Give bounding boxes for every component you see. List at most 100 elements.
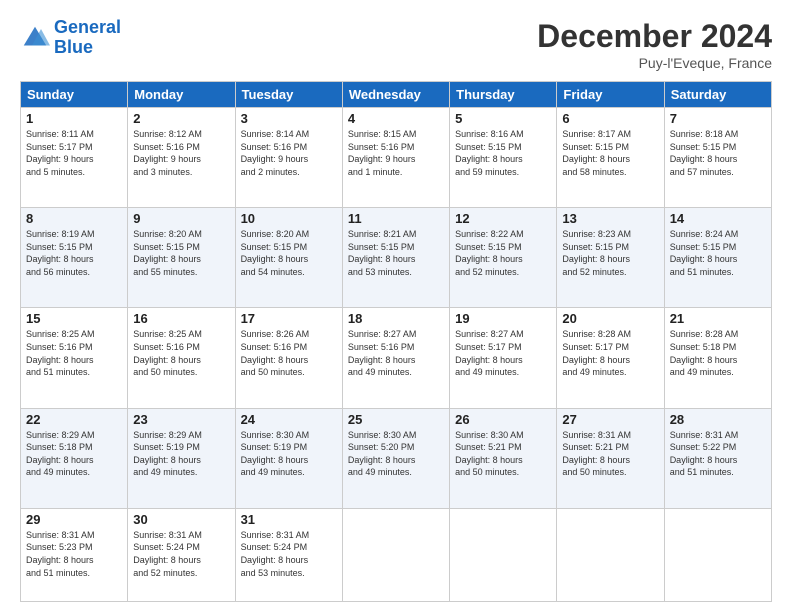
calendar-cell: 7Sunrise: 8:18 AM Sunset: 5:15 PM Daylig…	[664, 108, 771, 208]
calendar-cell: 10 Sunrise: 8:20 AM Sunset: 5:15 PM Dayli…	[235, 208, 342, 308]
header-saturday: Saturday	[664, 82, 771, 108]
day-info: Sunrise: 8:14 AM Sunset: 5:16 PM Dayligh…	[241, 128, 337, 178]
logo: General Blue	[20, 18, 121, 58]
day-number: 12	[455, 211, 551, 226]
day-info: Sunrise: 8:28 AM Sunset: 5:18 PM Dayligh…	[670, 328, 766, 378]
day-info: Sunrise: 8:26 AM Sunset: 5:16 PM Dayligh…	[241, 328, 337, 378]
day-number: 17	[241, 311, 337, 326]
day-info: Sunrise: 8:23 AM Sunset: 5:15 PM Dayligh…	[562, 228, 658, 278]
header-monday: Monday	[128, 82, 235, 108]
day-info: Sunrise: 8:21 AM Sunset: 5:15 PM Dayligh…	[348, 228, 444, 278]
day-number: 14	[670, 211, 766, 226]
header-thursday: Thursday	[450, 82, 557, 108]
calendar-cell	[557, 508, 664, 601]
day-info: Sunrise: 8:22 AM Sunset: 5:15 PM Dayligh…	[455, 228, 551, 278]
month-title: December 2024	[537, 18, 772, 55]
day-number: 16	[133, 311, 229, 326]
day-number: 28	[670, 412, 766, 427]
day-info: Sunrise: 8:20 AM Sunset: 5:15 PM Dayligh…	[241, 228, 337, 278]
calendar-cell: 3 Sunrise: 8:14 AM Sunset: 5:16 PM Daylig…	[235, 108, 342, 208]
calendar-cell: 28 Sunrise: 8:31 AM Sunset: 5:22 PM Dayli…	[664, 408, 771, 508]
calendar-cell: 12 Sunrise: 8:22 AM Sunset: 5:15 PM Dayli…	[450, 208, 557, 308]
calendar-cell: 8 Sunrise: 8:19 AM Sunset: 5:15 PM Daylig…	[21, 208, 128, 308]
day-number: 31	[241, 512, 337, 527]
day-number: 5	[455, 111, 551, 126]
header: General Blue December 2024 Puy-l'Eveque,…	[20, 18, 772, 71]
day-number: 7	[670, 111, 766, 126]
day-info: Sunrise: 8:17 AM Sunset: 5:15 PM Dayligh…	[562, 128, 658, 178]
calendar-cell: 9 Sunrise: 8:20 AM Sunset: 5:15 PM Daylig…	[128, 208, 235, 308]
calendar-cell: 31Sunrise: 8:31 AM Sunset: 5:24 PM Dayli…	[235, 508, 342, 601]
calendar-cell: 30Sunrise: 8:31 AM Sunset: 5:24 PM Dayli…	[128, 508, 235, 601]
day-number: 20	[562, 311, 658, 326]
page: General Blue December 2024 Puy-l'Eveque,…	[0, 0, 792, 612]
calendar-cell: 24 Sunrise: 8:30 AM Sunset: 5:19 PM Dayli…	[235, 408, 342, 508]
calendar-cell: 29 Sunrise: 8:31 AM Sunset: 5:23 PM Dayli…	[21, 508, 128, 601]
day-number: 22	[26, 412, 122, 427]
day-info: Sunrise: 8:28 AM Sunset: 5:17 PM Dayligh…	[562, 328, 658, 378]
day-number: 8	[26, 211, 122, 226]
day-number: 9	[133, 211, 229, 226]
header-tuesday: Tuesday	[235, 82, 342, 108]
day-number: 27	[562, 412, 658, 427]
calendar-cell: 1Sunrise: 8:11 AM Sunset: 5:17 PM Daylig…	[21, 108, 128, 208]
calendar-cell: 20 Sunrise: 8:28 AM Sunset: 5:17 PM Dayli…	[557, 308, 664, 408]
day-info: Sunrise: 8:27 AM Sunset: 5:16 PM Dayligh…	[348, 328, 444, 378]
location: Puy-l'Eveque, France	[537, 55, 772, 71]
calendar-cell: 26 Sunrise: 8:30 AM Sunset: 5:21 PM Dayli…	[450, 408, 557, 508]
day-number: 15	[26, 311, 122, 326]
calendar-week-3: 15 Sunrise: 8:25 AM Sunset: 5:16 PM Dayli…	[21, 308, 772, 408]
calendar-cell	[664, 508, 771, 601]
day-info: Sunrise: 8:27 AM Sunset: 5:17 PM Dayligh…	[455, 328, 551, 378]
calendar-cell: 13 Sunrise: 8:23 AM Sunset: 5:15 PM Dayli…	[557, 208, 664, 308]
calendar-cell: 14 Sunrise: 8:24 AM Sunset: 5:15 PM Dayli…	[664, 208, 771, 308]
day-number: 24	[241, 412, 337, 427]
calendar-cell: 4 Sunrise: 8:15 AM Sunset: 5:16 PM Daylig…	[342, 108, 449, 208]
calendar-cell: 18 Sunrise: 8:27 AM Sunset: 5:16 PM Dayli…	[342, 308, 449, 408]
day-info: Sunrise: 8:12 AM Sunset: 5:16 PM Dayligh…	[133, 128, 229, 178]
calendar-cell: 2 Sunrise: 8:12 AM Sunset: 5:16 PM Daylig…	[128, 108, 235, 208]
day-info: Sunrise: 8:24 AM Sunset: 5:15 PM Dayligh…	[670, 228, 766, 278]
calendar-cell: 15 Sunrise: 8:25 AM Sunset: 5:16 PM Dayli…	[21, 308, 128, 408]
calendar-cell: 17 Sunrise: 8:26 AM Sunset: 5:16 PM Dayli…	[235, 308, 342, 408]
day-number: 3	[241, 111, 337, 126]
header-sunday: Sunday	[21, 82, 128, 108]
day-number: 25	[348, 412, 444, 427]
day-number: 13	[562, 211, 658, 226]
calendar-cell: 11 Sunrise: 8:21 AM Sunset: 5:15 PM Dayli…	[342, 208, 449, 308]
day-number: 10	[241, 211, 337, 226]
calendar-cell: 27Sunrise: 8:31 AM Sunset: 5:21 PM Dayli…	[557, 408, 664, 508]
calendar-cell: 25 Sunrise: 8:30 AM Sunset: 5:20 PM Dayli…	[342, 408, 449, 508]
calendar-table: SundayMondayTuesdayWednesdayThursdayFrid…	[20, 81, 772, 602]
day-number: 29	[26, 512, 122, 527]
header-wednesday: Wednesday	[342, 82, 449, 108]
logo-blue: Blue	[54, 37, 93, 57]
day-number: 4	[348, 111, 444, 126]
day-number: 11	[348, 211, 444, 226]
logo-text: General Blue	[54, 18, 121, 58]
day-info: Sunrise: 8:30 AM Sunset: 5:20 PM Dayligh…	[348, 429, 444, 479]
day-info: Sunrise: 8:29 AM Sunset: 5:18 PM Dayligh…	[26, 429, 122, 479]
calendar-cell: 5Sunrise: 8:16 AM Sunset: 5:15 PM Daylig…	[450, 108, 557, 208]
day-info: Sunrise: 8:20 AM Sunset: 5:15 PM Dayligh…	[133, 228, 229, 278]
day-number: 6	[562, 111, 658, 126]
header-friday: Friday	[557, 82, 664, 108]
calendar-cell: 21Sunrise: 8:28 AM Sunset: 5:18 PM Dayli…	[664, 308, 771, 408]
day-info: Sunrise: 8:31 AM Sunset: 5:24 PM Dayligh…	[133, 529, 229, 579]
title-block: December 2024 Puy-l'Eveque, France	[537, 18, 772, 71]
day-info: Sunrise: 8:25 AM Sunset: 5:16 PM Dayligh…	[26, 328, 122, 378]
calendar-cell	[342, 508, 449, 601]
day-info: Sunrise: 8:19 AM Sunset: 5:15 PM Dayligh…	[26, 228, 122, 278]
calendar-cell	[450, 508, 557, 601]
day-info: Sunrise: 8:15 AM Sunset: 5:16 PM Dayligh…	[348, 128, 444, 178]
day-info: Sunrise: 8:25 AM Sunset: 5:16 PM Dayligh…	[133, 328, 229, 378]
day-number: 2	[133, 111, 229, 126]
logo-icon	[20, 23, 50, 53]
day-number: 18	[348, 311, 444, 326]
day-info: Sunrise: 8:30 AM Sunset: 5:19 PM Dayligh…	[241, 429, 337, 479]
day-info: Sunrise: 8:31 AM Sunset: 5:23 PM Dayligh…	[26, 529, 122, 579]
day-info: Sunrise: 8:31 AM Sunset: 5:22 PM Dayligh…	[670, 429, 766, 479]
calendar-week-2: 8 Sunrise: 8:19 AM Sunset: 5:15 PM Daylig…	[21, 208, 772, 308]
day-number: 26	[455, 412, 551, 427]
day-info: Sunrise: 8:30 AM Sunset: 5:21 PM Dayligh…	[455, 429, 551, 479]
